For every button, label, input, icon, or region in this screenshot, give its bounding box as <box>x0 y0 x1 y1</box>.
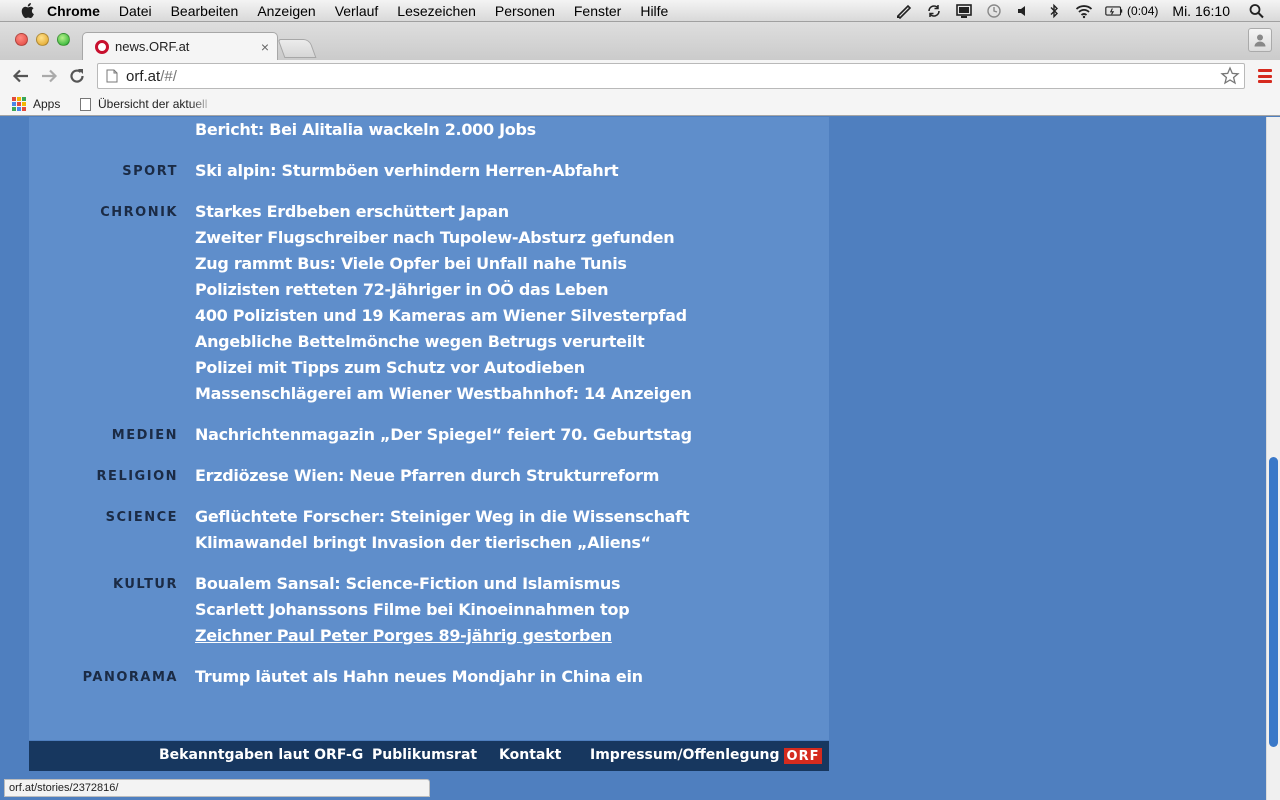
headline-link[interactable]: Zug rammt Bus: Viele Opfer bei Unfall na… <box>195 254 627 273</box>
sync-icon[interactable] <box>925 3 943 19</box>
headline-link[interactable]: Klimawandel bringt Invasion der tierisch… <box>195 533 651 552</box>
page-scrollbar[interactable] <box>1266 117 1280 800</box>
macos-menu-bar: Chrome Datei Bearbeiten Anzeigen Verlauf… <box>0 0 1280 22</box>
link-status-bubble: orf.at/stories/2372816/ <box>4 779 430 797</box>
window-zoom-button[interactable] <box>57 33 70 46</box>
news-panel: Bericht: Bei Alitalia wackeln 2.000 Jobs… <box>29 117 829 740</box>
category-label[interactable]: KULTUR <box>38 577 178 592</box>
bookmarks-bar: Apps Übersicht der aktuell <box>0 92 1280 116</box>
orf-logo[interactable]: ORF <box>784 748 822 764</box>
headline-link[interactable]: Scarlett Johanssons Filme bei Kinoeinnah… <box>195 600 630 619</box>
reload-button[interactable] <box>66 65 88 87</box>
bookmark-uebersicht-label: Übersicht der aktuell <box>98 97 208 111</box>
headline-link[interactable]: Nachrichtenmagazin „Der Spiegel“ feiert … <box>195 425 692 444</box>
menu-lesezeichen[interactable]: Lesezeichen <box>397 3 476 19</box>
url-host: orf.at <box>126 67 161 85</box>
footer-link-publikumsrat[interactable]: Publikumsrat <box>372 747 477 763</box>
footer-link-bekanntgaben[interactable]: Bekanntgaben laut ORF-G <box>159 747 363 763</box>
battery-icon[interactable] <box>1105 3 1123 19</box>
scrollbar-thumb[interactable] <box>1269 457 1278 747</box>
browser-tab-strip: news.ORF.at × <box>0 22 1280 60</box>
address-bar[interactable]: orf.at/#/ <box>97 63 1245 89</box>
apps-grid-icon <box>12 97 26 111</box>
headline-link[interactable]: Erzdiözese Wien: Neue Pfarren durch Stru… <box>195 466 659 485</box>
page-icon <box>106 69 118 83</box>
browser-toolbar: orf.at/#/ <box>0 60 1280 92</box>
window-close-button[interactable] <box>15 33 28 46</box>
back-button[interactable] <box>10 65 32 87</box>
tab-news-orf[interactable]: news.ORF.at × <box>82 32 278 60</box>
menu-clock[interactable]: Mi. 16:10 <box>1172 3 1230 19</box>
tab-title: news.ORF.at <box>115 39 190 54</box>
forward-arrow-icon <box>42 69 58 83</box>
menu-bar-line <box>1258 74 1272 78</box>
wifi-icon[interactable] <box>1075 3 1093 19</box>
menu-fenster[interactable]: Fenster <box>574 3 621 19</box>
menu-verlauf[interactable]: Verlauf <box>335 3 379 19</box>
url-text[interactable]: orf.at/#/ <box>126 68 177 85</box>
pen-tool-icon[interactable] <box>895 3 913 19</box>
bookmark-apps-label: Apps <box>33 97 61 111</box>
battery-time: (0:04) <box>1127 4 1159 18</box>
spotlight-search-icon[interactable] <box>1248 3 1266 19</box>
headline-link[interactable]: Angebliche Bettelmönche wegen Betrugs ve… <box>195 332 645 351</box>
headline-link[interactable]: Trump läutet als Hahn neues Mondjahr in … <box>195 667 643 686</box>
back-arrow-icon <box>12 69 28 83</box>
headline-link[interactable]: Polizei mit Tipps zum Schutz vor Autodie… <box>195 358 585 377</box>
orf-favicon-icon <box>95 39 109 54</box>
menu-personen[interactable]: Personen <box>495 3 555 19</box>
display-icon[interactable] <box>955 3 973 19</box>
page-viewport: Bericht: Bei Alitalia wackeln 2.000 Jobs… <box>0 117 1266 800</box>
menu-bar-line <box>1258 69 1272 72</box>
category-label[interactable]: CHRONIK <box>38 205 178 220</box>
volume-icon[interactable] <box>1015 3 1033 19</box>
headline-link[interactable]: 400 Polizisten und 19 Kameras am Wiener … <box>195 306 687 325</box>
menu-anzeigen[interactable]: Anzeigen <box>257 3 315 19</box>
category-label[interactable]: MEDIEN <box>38 428 178 443</box>
headline-link[interactable]: Massenschlägerei am Wiener Westbahnhof: … <box>195 384 692 403</box>
footer-link-impressum[interactable]: Impressum/Offenlegung <box>590 747 780 763</box>
bluetooth-icon[interactable] <box>1045 3 1063 19</box>
footer-link-kontakt[interactable]: Kontakt <box>499 747 561 763</box>
bookmark-star-icon[interactable] <box>1220 66 1240 86</box>
menu-datei[interactable]: Datei <box>119 3 152 19</box>
menu-app-name[interactable]: Chrome <box>47 3 100 19</box>
document-icon <box>80 97 91 111</box>
headline-alitalia[interactable]: Bericht: Bei Alitalia wackeln 2.000 Jobs <box>195 120 536 139</box>
bookmark-apps[interactable]: Apps <box>12 95 60 113</box>
category-label[interactable]: PANORAMA <box>38 670 178 685</box>
bookmark-uebersicht[interactable]: Übersicht der aktuell <box>80 95 214 113</box>
tab-close-button[interactable]: × <box>261 39 269 55</box>
menu-status-area: (0:04) Mi. 16:10 <box>883 0 1280 22</box>
profile-button[interactable] <box>1248 28 1272 52</box>
url-path: /#/ <box>160 67 177 85</box>
category-label[interactable]: RELIGION <box>38 469 178 484</box>
category-label[interactable]: SCIENCE <box>38 510 178 525</box>
headline-link[interactable]: Ski alpin: Sturmböen verhindern Herren-A… <box>195 161 619 180</box>
category-label[interactable]: SPORT <box>38 164 178 179</box>
new-tab-button[interactable] <box>277 39 317 58</box>
apple-icon[interactable] <box>19 2 35 19</box>
menu-bearbeiten[interactable]: Bearbeiten <box>171 3 239 19</box>
headline-link[interactable]: Boualem Sansal: Science-Fiction und Isla… <box>195 574 620 593</box>
menu-bar-line <box>1258 80 1272 83</box>
reload-icon <box>70 69 84 83</box>
window-minimize-button[interactable] <box>36 33 49 46</box>
headline-link[interactable]: Zweiter Flugschreiber nach Tupolew-Abstu… <box>195 228 675 247</box>
headline-link[interactable]: Polizisten retteten 72-Jähriger in OÖ da… <box>195 280 609 299</box>
site-footer: Bekanntgaben laut ORF-G Publikumsrat Kon… <box>29 741 829 771</box>
menu-hilfe[interactable]: Hilfe <box>640 3 668 19</box>
person-icon <box>1254 34 1266 47</box>
chrome-menu-button[interactable] <box>1258 67 1272 85</box>
time-machine-icon[interactable] <box>985 3 1003 19</box>
headline-link[interactable]: Starkes Erdbeben erschüttert Japan <box>195 202 509 221</box>
headline-link[interactable]: Zeichner Paul Peter Porges 89-jährig ges… <box>195 626 612 645</box>
forward-button[interactable] <box>38 65 60 87</box>
headline-link[interactable]: Geflüchtete Forscher: Steiniger Weg in d… <box>195 507 689 526</box>
